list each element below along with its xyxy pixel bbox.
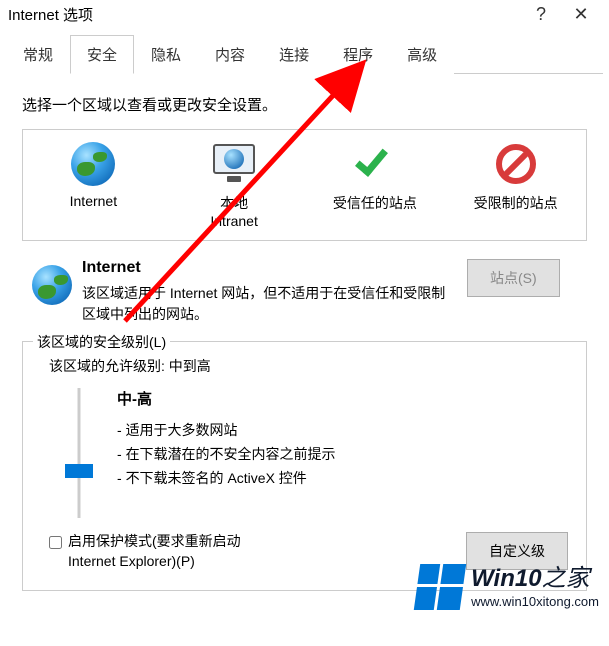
security-level-slider[interactable] xyxy=(59,388,99,518)
watermark-url: www.win10xitong.com xyxy=(471,595,599,608)
allowed-level-text: 该区域的允许级别: 中到高 xyxy=(49,356,568,376)
level-bullet: 不下载未签名的 ActiveX 控件 xyxy=(117,467,568,491)
zone-restricted-sites[interactable]: 受限制的站点 xyxy=(445,134,586,236)
level-bullet: 适用于大多数网站 xyxy=(117,419,568,443)
tab-安全[interactable]: 安全 xyxy=(70,35,134,74)
zone-label: 受限制的站点 xyxy=(447,194,584,212)
watermark-suffix: 之家 xyxy=(542,565,590,592)
globe-icon xyxy=(32,265,72,305)
zone-local-intranet[interactable]: 本地Intranet xyxy=(164,134,305,236)
globe-icon xyxy=(71,142,115,186)
close-button[interactable]: ✕ xyxy=(561,4,601,25)
tab-内容[interactable]: 内容 xyxy=(198,35,262,74)
zones-list: Internet 本地Intranet 受信任的站点 受限制的站点 xyxy=(22,129,587,241)
level-name: 中-高 xyxy=(117,388,568,409)
zone-label: 受信任的站点 xyxy=(307,194,444,212)
windows-logo-icon xyxy=(414,564,466,610)
protected-mode-label: 启用保护模式(要求重新启动 Internet Explorer)(P) xyxy=(68,532,278,571)
zone-trusted-sites[interactable]: 受信任的站点 xyxy=(305,134,446,236)
zone-prompt: 选择一个区域以查看或更改安全设置。 xyxy=(22,94,587,115)
tab-隐私[interactable]: 隐私 xyxy=(134,35,198,74)
tab-常规[interactable]: 常规 xyxy=(6,35,70,74)
watermark-main: Win10 xyxy=(471,565,541,592)
watermark: Win10之家 www.win10xitong.com xyxy=(417,564,599,610)
tab-strip: 常规安全隐私内容连接程序高级 xyxy=(6,34,603,74)
protected-mode-checkbox[interactable]: 启用保护模式(要求重新启动 Internet Explorer)(P) xyxy=(49,532,466,571)
zone-internet[interactable]: Internet xyxy=(23,134,164,236)
forbidden-icon xyxy=(496,144,536,184)
tab-连接[interactable]: 连接 xyxy=(262,35,326,74)
security-level-legend: 该区域的安全级别(L) xyxy=(33,332,170,352)
help-button[interactable]: ? xyxy=(521,4,561,25)
check-icon xyxy=(355,144,395,184)
zone-label: Internet xyxy=(25,192,162,210)
slider-thumb[interactable] xyxy=(65,464,93,478)
monitor-icon xyxy=(213,144,255,174)
zone-label: 本地Intranet xyxy=(166,194,303,230)
tab-程序[interactable]: 程序 xyxy=(326,35,390,74)
tab-高级[interactable]: 高级 xyxy=(390,35,454,74)
selected-zone-name: Internet xyxy=(82,259,457,277)
selected-zone-desc: 该区域适用于 Internet 网站，但不适用于在受信任和受限制区域中列出的网站… xyxy=(82,283,457,325)
security-level-group: 该区域的安全级别(L) 该区域的允许级别: 中到高 中-高 适用于大多数网站在下… xyxy=(22,341,587,590)
sites-button[interactable]: 站点(S) xyxy=(467,259,560,297)
window-title: Internet 选项 xyxy=(8,4,521,25)
level-bullet: 在下载潜在的不安全内容之前提示 xyxy=(117,443,568,467)
